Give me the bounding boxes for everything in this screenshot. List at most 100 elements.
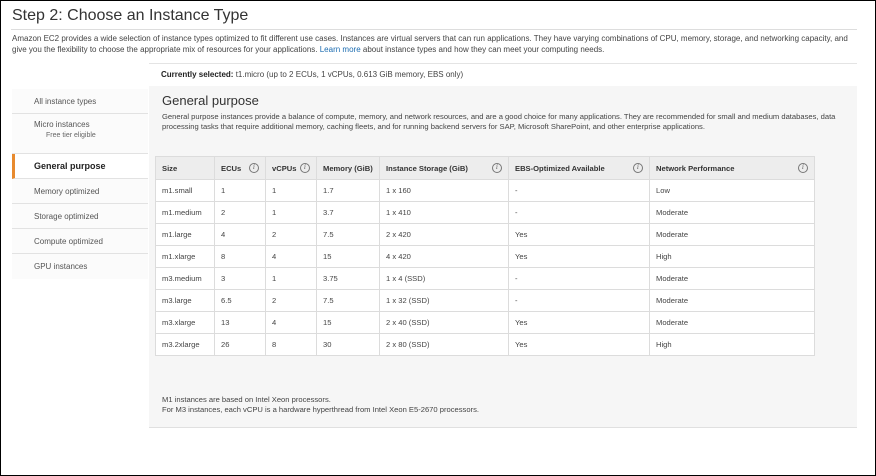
footnote-m3: For M3 instances, each vCPU is a hardwar… bbox=[162, 405, 479, 414]
cell-memory: 3.75 bbox=[316, 267, 380, 290]
cell-network-performance: High bbox=[649, 333, 815, 356]
info-icon[interactable]: i bbox=[300, 163, 310, 173]
sidebar-item-memory-optimized[interactable]: Memory optimized bbox=[12, 179, 148, 204]
sidebar-item-general-purpose[interactable]: General purpose bbox=[12, 154, 148, 179]
free-tier-note: Free tier eligible bbox=[46, 132, 96, 139]
column-header-vcpus[interactable]: vCPUs i bbox=[265, 156, 317, 180]
current-selection-value: t1.micro (up to 2 ECUs, 1 vCPUs, 0.613 G… bbox=[235, 70, 464, 79]
cell-ecus: 13 bbox=[214, 311, 266, 334]
cell-vcpus: 4 bbox=[265, 311, 317, 334]
info-icon[interactable]: i bbox=[249, 163, 259, 173]
cell-ebs-optimized: - bbox=[508, 289, 650, 312]
cell-ecus: 4 bbox=[214, 223, 266, 246]
footnotes: M1 instances are based on Intel Xeon pro… bbox=[162, 395, 479, 415]
cell-ecus: 8 bbox=[214, 245, 266, 268]
sidebar-item-storage-optimized[interactable]: Storage optimized bbox=[12, 204, 148, 229]
table-row[interactable]: m1.medium 2 1 3.7 1 x 410 - Moderate bbox=[155, 201, 815, 224]
column-header-network-performance[interactable]: Network Performance i bbox=[649, 156, 815, 180]
table-header-row: Size ECUs i vCPUs i Memory (GiB) Instance … bbox=[155, 156, 815, 180]
cell-network-performance: Moderate bbox=[649, 267, 815, 290]
table-row[interactable]: m3.2xlarge 26 8 30 2 x 80 (SSD) Yes High bbox=[155, 333, 815, 356]
column-header-instance-storage[interactable]: Instance Storage (GiB) i bbox=[379, 156, 509, 180]
table-row[interactable]: m3.large 6.5 2 7.5 1 x 32 (SSD) - Modera… bbox=[155, 289, 815, 312]
cell-network-performance: High bbox=[649, 245, 815, 268]
cell-instance-storage: 1 x 410 bbox=[379, 201, 509, 224]
learn-more-link[interactable]: Learn more bbox=[320, 45, 361, 54]
cell-instance-storage: 2 x 40 (SSD) bbox=[379, 311, 509, 334]
instance-family-sidebar: All instance types Micro instances Free … bbox=[12, 89, 148, 279]
sidebar-item-label: Memory optimized bbox=[34, 187, 100, 196]
column-header-label: Instance Storage (GiB) bbox=[386, 163, 468, 173]
cell-instance-storage: 2 x 80 (SSD) bbox=[379, 333, 509, 356]
sidebar-item-label: Compute optimized bbox=[34, 237, 103, 246]
cell-ebs-optimized: Yes bbox=[508, 245, 650, 268]
cell-size: m1.small bbox=[155, 179, 215, 202]
sidebar-item-label: Micro instances bbox=[34, 120, 90, 129]
cell-ecus: 2 bbox=[214, 201, 266, 224]
cell-memory: 15 bbox=[316, 311, 380, 334]
sidebar-item-compute-optimized[interactable]: Compute optimized bbox=[12, 229, 148, 254]
cell-network-performance: Moderate bbox=[649, 223, 815, 246]
sidebar-item-label: General purpose bbox=[34, 161, 106, 171]
sidebar-item-label: Storage optimized bbox=[34, 212, 99, 221]
cell-ebs-optimized: Yes bbox=[508, 333, 650, 356]
cell-memory: 1.7 bbox=[316, 179, 380, 202]
cell-network-performance: Moderate bbox=[649, 311, 815, 334]
content-bottom-divider bbox=[149, 427, 857, 428]
cell-ebs-optimized: Yes bbox=[508, 223, 650, 246]
intro-text: Amazon EC2 provides a wide selection of … bbox=[12, 33, 857, 55]
title-divider bbox=[11, 29, 857, 30]
cell-size: m3.medium bbox=[155, 267, 215, 290]
column-header-label: Network Performance bbox=[656, 163, 735, 173]
cell-size: m1.xlarge bbox=[155, 245, 215, 268]
sidebar-item-label: All instance types bbox=[34, 97, 97, 106]
table-row[interactable]: m3.xlarge 13 4 15 2 x 40 (SSD) Yes Moder… bbox=[155, 311, 815, 334]
sidebar-item-gpu-instances[interactable]: GPU instances bbox=[12, 254, 148, 279]
current-selection-bar: Currently selected: t1.micro (up to 2 EC… bbox=[149, 63, 857, 87]
cell-vcpus: 4 bbox=[265, 245, 317, 268]
table-row[interactable]: m3.medium 3 1 3.75 1 x 4 (SSD) - Moderat… bbox=[155, 267, 815, 290]
cell-ecus: 26 bbox=[214, 333, 266, 356]
cell-size: m3.2xlarge bbox=[155, 333, 215, 356]
sidebar-item-all-instance-types[interactable]: All instance types bbox=[12, 89, 148, 114]
section-heading: General purpose bbox=[162, 93, 259, 108]
cell-ebs-optimized: Yes bbox=[508, 311, 650, 334]
table-row[interactable]: m1.large 4 2 7.5 2 x 420 Yes Moderate bbox=[155, 223, 815, 246]
current-selection-label: Currently selected: bbox=[161, 70, 234, 79]
cell-size: m3.large bbox=[155, 289, 215, 312]
cell-network-performance: Low bbox=[649, 179, 815, 202]
cell-ecus: 3 bbox=[214, 267, 266, 290]
cell-memory: 15 bbox=[316, 245, 380, 268]
column-header-ebs-optimized[interactable]: EBS-Optimized Available i bbox=[508, 156, 650, 180]
cell-vcpus: 1 bbox=[265, 267, 317, 290]
info-icon[interactable]: i bbox=[492, 163, 502, 173]
column-header-size[interactable]: Size bbox=[155, 156, 215, 180]
column-header-label: ECUs bbox=[221, 163, 242, 173]
table-row[interactable]: m1.small 1 1 1.7 1 x 160 - Low bbox=[155, 179, 815, 202]
info-icon[interactable]: i bbox=[633, 163, 643, 173]
cell-network-performance: Moderate bbox=[649, 289, 815, 312]
cell-ecus: 1 bbox=[214, 179, 266, 202]
cell-vcpus: 2 bbox=[265, 289, 317, 312]
column-header-label: Memory (GiB) bbox=[323, 163, 373, 173]
section-description: General purpose instances provide a bala… bbox=[162, 112, 836, 131]
cell-ecus: 6.5 bbox=[214, 289, 266, 312]
column-header-ecus[interactable]: ECUs i bbox=[214, 156, 266, 180]
cell-memory: 30 bbox=[316, 333, 380, 356]
cell-ebs-optimized: - bbox=[508, 179, 650, 202]
page-title: Step 2: Choose an Instance Type bbox=[12, 7, 249, 24]
sidebar-item-micro-instances[interactable]: Micro instances Free tier eligible bbox=[12, 114, 148, 154]
info-icon[interactable]: i bbox=[798, 163, 808, 173]
table-row[interactable]: m1.xlarge 8 4 15 4 x 420 Yes High bbox=[155, 245, 815, 268]
cell-vcpus: 1 bbox=[265, 201, 317, 224]
cell-instance-storage: 1 x 4 (SSD) bbox=[379, 267, 509, 290]
cell-memory: 7.5 bbox=[316, 223, 380, 246]
cell-vcpus: 2 bbox=[265, 223, 317, 246]
sidebar-item-label: GPU instances bbox=[34, 262, 88, 271]
cell-ebs-optimized: - bbox=[508, 201, 650, 224]
column-header-memory[interactable]: Memory (GiB) bbox=[316, 156, 380, 180]
cell-memory: 3.7 bbox=[316, 201, 380, 224]
cell-ebs-optimized: - bbox=[508, 267, 650, 290]
column-header-label: EBS-Optimized Available bbox=[515, 163, 605, 173]
column-header-label: vCPUs bbox=[272, 163, 297, 173]
